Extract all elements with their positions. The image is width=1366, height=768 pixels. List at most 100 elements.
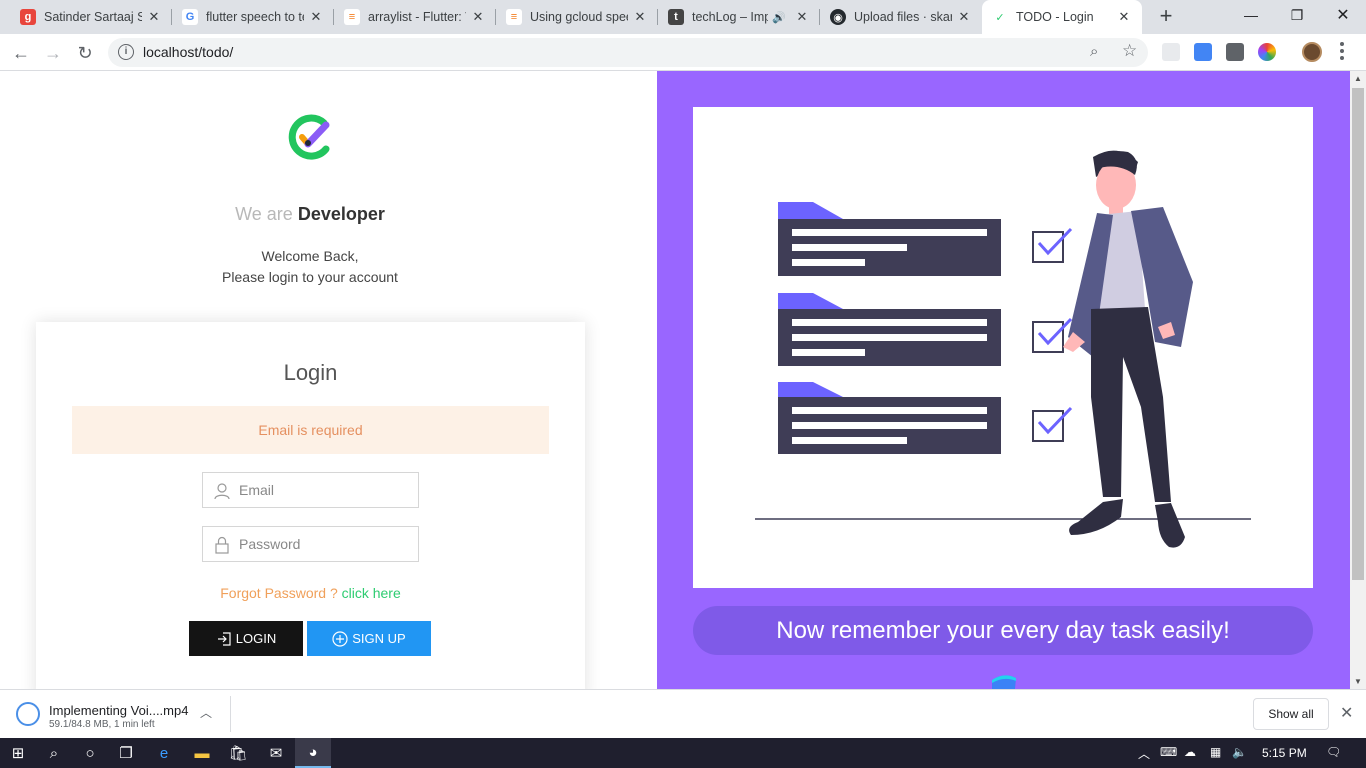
extension-icon[interactable] [1162,43,1180,61]
welcome-line: Welcome Back, [261,248,359,264]
windows-start-icon[interactable]: ⊞ [0,738,36,768]
file-explorer-icon[interactable]: ▬ [184,738,220,768]
adblock-extension-icon[interactable] [1226,43,1244,61]
forgot-password-link[interactable]: click here [342,585,401,601]
download-status: 59.1/84.8 MB, 1 min left [49,719,155,730]
task-card-3 [778,382,1001,454]
login-button-label: LOGIN [235,631,277,646]
tagline-prefix: We are [235,204,293,224]
page-scrollbar[interactable]: ▲ ▼ [1350,71,1366,689]
network-icon[interactable]: ⌨ [1160,745,1177,759]
bookmark-star-icon[interactable]: ☆ [1122,41,1137,61]
welcome-text: Welcome Back, Please login to your accou… [0,246,620,288]
show-all-downloads-button[interactable]: Show all [1253,698,1329,730]
scroll-down-arrow-icon[interactable]: ▼ [1354,677,1362,686]
browser-tab[interactable]: g Satinder Sartaaj So ✕ [10,0,172,34]
browser-tab-active[interactable]: ✓ TODO - Login ✕ [982,0,1142,34]
slogan-banner: Now remember your every day task easily! [693,606,1313,655]
browser-tab[interactable]: t techLog – Imp 🔊 ✕ [658,0,820,34]
scrollbar-thumb[interactable] [1352,88,1364,580]
tab-title: TODO - Login [1016,10,1094,24]
browser-tab[interactable]: ≡ Using gcloud spee ✕ [496,0,658,34]
download-progress-icon[interactable] [16,702,40,726]
browser-tab[interactable]: ≡ arraylist - Flutter: V ✕ [334,0,496,34]
translate-extension-icon[interactable] [1194,43,1212,61]
volume-icon[interactable]: 🔈 [1232,745,1247,759]
close-tab-icon[interactable]: ✕ [308,9,324,25]
wifi-icon[interactable]: ▦ [1210,745,1221,759]
promo-panel: Now remember your every day task easily! [657,71,1350,689]
reload-button[interactable]: ↻ [72,40,98,66]
tab-title: arraylist - Flutter: V [368,10,466,24]
tab-title: Upload files · skara [854,10,952,24]
login-panel: We are Developer Welcome Back, Please lo… [0,71,657,689]
site-info-icon[interactable]: i [118,44,134,60]
login-card: Login Email is required Forgot Password … [36,322,585,689]
color-picker-extension-icon[interactable] [1258,43,1276,61]
sign-in-icon [217,631,231,646]
close-tab-icon[interactable]: ✕ [1116,9,1132,25]
task-card-2 [778,293,1001,366]
clock-time[interactable]: 5:15 PM [1262,746,1307,760]
minimize-window-button[interactable]: — [1228,0,1274,30]
close-tab-icon[interactable]: ✕ [470,9,486,25]
password-field[interactable] [202,526,419,562]
password-input[interactable] [239,527,414,561]
new-tab-button[interactable]: + [1155,5,1177,27]
scroll-up-arrow-icon[interactable]: ▲ [1354,74,1362,83]
task-list-illustration [755,150,1251,548]
chevron-up-icon[interactable]: ︿ [200,704,212,721]
cortana-icon[interactable]: ○ [72,738,108,768]
close-tab-icon[interactable]: ✕ [794,9,810,25]
error-alert: Email is required [72,406,549,454]
todo-illustration [693,107,1313,588]
close-tab-icon[interactable]: ✕ [956,9,972,25]
back-button[interactable]: ← [8,40,34,66]
browser-toolbar: ← → ↻ i localhost/todo/ ⌕ ☆ [0,34,1366,71]
tab-title: Using gcloud spee [530,10,628,24]
techlog-icon: t [668,9,684,25]
login-button[interactable]: LOGIN [189,621,303,656]
notification-center-icon[interactable]: 🗨 [1326,745,1341,759]
github-icon: ◉ [830,9,846,25]
email-input[interactable] [239,473,414,507]
onedrive-icon[interactable]: ☁ [1184,745,1196,759]
close-tab-icon[interactable]: ✕ [632,9,648,25]
email-field[interactable] [202,472,419,508]
forgot-password-text: Forgot Password ? [220,585,338,601]
todo-logo-icon: ✓ [992,9,1008,25]
store-icon[interactable]: 🛍 [220,738,256,768]
forgot-password: Forgot Password ? click here [36,585,585,601]
tray-chevron-up-icon[interactable]: ︿ [1138,745,1150,762]
download-file-name[interactable]: Implementing Voi....mp4 [49,703,188,718]
close-window-button[interactable]: ✕ [1320,0,1366,30]
character-peek-icon [992,675,1016,689]
address-bar[interactable]: i localhost/todo/ ⌕ ☆ [108,38,1148,67]
zoom-icon[interactable]: ⌕ [1090,43,1098,60]
signup-button[interactable]: SIGN UP [307,621,431,656]
tagline-bold: Developer [297,204,385,224]
chrome-icon[interactable]: ◕ [295,738,331,768]
login-title: Login [283,360,338,385]
close-tab-icon[interactable]: ✕ [146,9,162,25]
close-shelf-icon[interactable]: ✕ [1340,703,1353,723]
forward-button[interactable]: → [40,40,66,66]
plus-circle-icon [332,630,348,647]
mail-icon[interactable]: ✉ [258,738,294,768]
profile-avatar[interactable] [1302,42,1322,62]
stackoverflow-icon: ≡ [344,9,360,25]
edge-browser-icon[interactable]: e [146,738,182,768]
download-shelf: Implementing Voi....mp4 59.1/84.8 MB, 1 … [0,689,1366,738]
tagline: We are Developer [0,204,620,225]
tab-title: Satinder Sartaaj So [44,10,142,24]
browser-tab[interactable]: ◉ Upload files · skara ✕ [820,0,982,34]
restore-window-button[interactable]: ❐ [1274,0,1320,30]
browser-tab[interactable]: G flutter speech to te ✕ [172,0,334,34]
url-text[interactable]: localhost/todo/ [143,44,233,60]
search-icon[interactable]: ⌕ [36,738,72,768]
person-figure [1063,150,1193,548]
browser-menu-icon[interactable] [1340,42,1344,60]
task-view-icon[interactable]: ❐ [108,738,144,768]
speaker-icon[interactable]: 🔊 [772,11,786,24]
g-icon: g [20,9,36,25]
